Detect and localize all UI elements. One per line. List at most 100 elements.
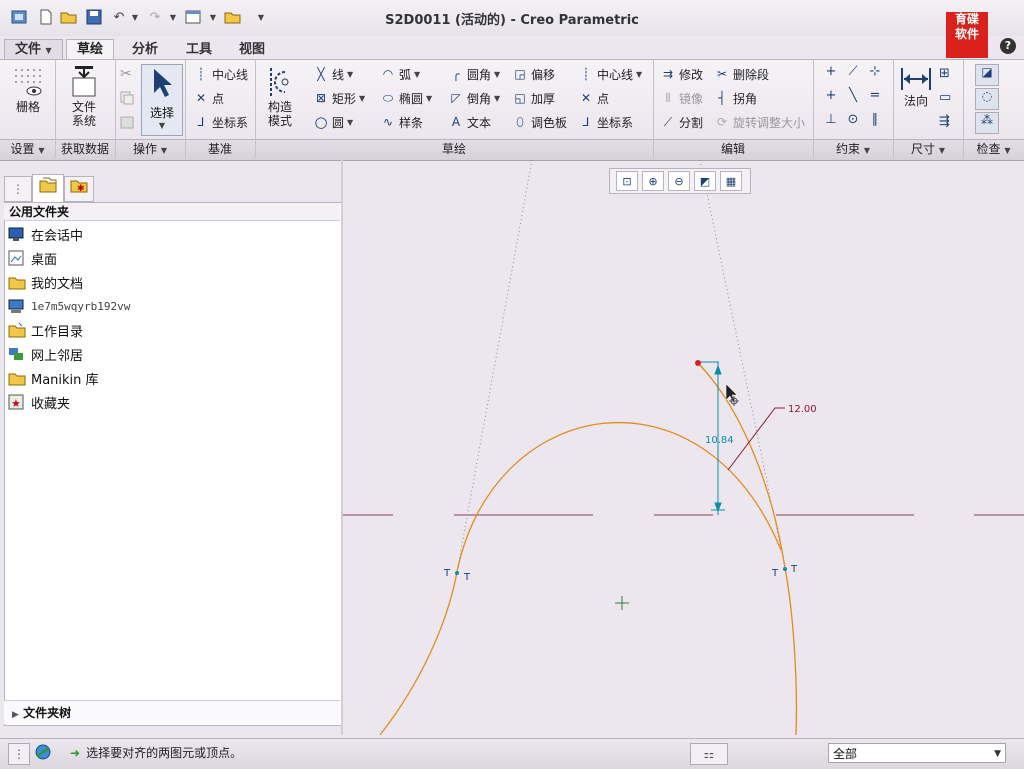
browser-toggle-icon[interactable] bbox=[32, 743, 54, 763]
folder-item[interactable]: Manikin 库 bbox=[8, 367, 99, 389]
folder-item[interactable]: 工作目录 bbox=[8, 319, 83, 341]
highlight-open-ends-icon[interactable]: ◌ bbox=[975, 88, 999, 110]
ellipse-button[interactable]: ⬭ 椭圆 ▼ bbox=[380, 88, 432, 108]
datum-point-button[interactable]: ✕ 点 bbox=[193, 88, 224, 108]
show-navigator-icon[interactable]: ⋮ bbox=[8, 743, 30, 765]
line-button[interactable]: ╳ 线 ▼ bbox=[313, 64, 353, 84]
tangent-point-right[interactable] bbox=[783, 567, 787, 571]
group-inspect[interactable]: 检查 ▼ bbox=[963, 141, 1024, 157]
perpendicular-constraint-icon[interactable]: ⟋ bbox=[842, 64, 864, 88]
help-icon[interactable]: ? bbox=[1000, 38, 1016, 54]
chamfer-dropdown-icon[interactable]: ▼ bbox=[494, 94, 500, 103]
parallel-constraint-icon[interactable]: ∥ bbox=[864, 112, 886, 136]
datum-csys-button[interactable]: ⅃ 坐标系 bbox=[193, 112, 248, 132]
text-button[interactable]: A 文本 bbox=[448, 112, 491, 132]
normal-dimension-button[interactable]: 法向 bbox=[898, 64, 934, 108]
group-dimension[interactable]: 尺寸 ▼ bbox=[893, 141, 963, 157]
divide-button[interactable]: ⟋ 分割 bbox=[660, 112, 703, 132]
rectangle-dropdown-icon[interactable]: ▼ bbox=[359, 94, 365, 103]
equal-constraint-icon[interactable]: = bbox=[864, 88, 886, 112]
reference-dimension-icon[interactable]: ⊞ bbox=[939, 66, 950, 81]
midpoint-constraint-icon[interactable]: ⊹ bbox=[864, 64, 886, 88]
arc-button[interactable]: ◠ 弧 ▼ bbox=[380, 64, 420, 84]
spline-button[interactable]: ∿ 样条 bbox=[380, 112, 423, 132]
palette-button[interactable]: ⬯ 调色板 bbox=[512, 112, 567, 132]
file-system-button[interactable]: 文件 系统 bbox=[66, 64, 102, 128]
folder-item[interactable]: 1e7m5wqyrb192vw bbox=[8, 295, 130, 317]
left-curve[interactable] bbox=[379, 571, 458, 736]
circle-dropdown-icon[interactable]: ▼ bbox=[347, 118, 353, 127]
group-setup[interactable]: 设置 ▼ bbox=[0, 141, 55, 157]
corner-button[interactable]: ┤ 拐角 bbox=[714, 88, 757, 108]
sketcher-display-filter-icon[interactable]: ▦ bbox=[720, 171, 742, 191]
sketch-centerline-dropdown-icon[interactable]: ▼ bbox=[636, 70, 642, 79]
paste-icon[interactable] bbox=[120, 115, 134, 132]
sketch-view-icon[interactable]: ◩ bbox=[694, 171, 716, 191]
tab-analysis[interactable]: 分析 bbox=[121, 39, 169, 61]
circle-button[interactable]: ○ 圆 ▼ bbox=[313, 112, 353, 132]
zoom-in-icon[interactable]: ⊕ bbox=[642, 171, 664, 191]
perpendicular-icon[interactable]: ⊥ bbox=[820, 112, 842, 136]
fillet-dropdown-icon[interactable]: ▼ bbox=[494, 70, 500, 79]
vertical-constraint-icon[interactable]: + bbox=[820, 64, 842, 88]
folder-item[interactable]: 我的文档 bbox=[8, 271, 83, 293]
folder-browser-tab-icon[interactable] bbox=[32, 174, 64, 203]
rotate-resize-button[interactable]: ⟳ 旋转调整大小 bbox=[714, 112, 805, 132]
sketch-centerline-button[interactable]: ┊ 中心线 ▼ bbox=[578, 64, 642, 84]
red-endpoint[interactable] bbox=[695, 360, 701, 366]
copy-icon[interactable] bbox=[120, 91, 134, 108]
mirror-button[interactable]: ⫴ 镜像 bbox=[660, 88, 703, 108]
tangent-line[interactable] bbox=[697, 362, 786, 569]
modify-button[interactable]: ⇉ 修改 bbox=[660, 64, 703, 84]
zoom-out-icon[interactable]: ⊖ bbox=[668, 171, 690, 191]
model-tree-tab-icon[interactable]: ⋮ bbox=[4, 176, 32, 202]
perimeter-icon[interactable]: ⇶ bbox=[939, 114, 950, 129]
chamfer-button[interactable]: ◸ 倒角 ▼ bbox=[448, 88, 500, 108]
horizontal-constraint-icon[interactable]: + bbox=[820, 88, 842, 112]
construction-mode-button[interactable]: 构造 模式 bbox=[262, 64, 298, 128]
arc-center-point[interactable] bbox=[615, 596, 629, 610]
rectangle-button[interactable]: ⊠ 矩形 ▼ bbox=[313, 88, 365, 108]
line-dropdown-icon[interactable]: ▼ bbox=[347, 70, 353, 79]
tab-file[interactable]: 文件 ▼ bbox=[4, 39, 63, 61]
sketch-canvas[interactable]: 10.84 12.00 T T T T bbox=[343, 159, 1024, 736]
refit-icon[interactable]: ⊡ bbox=[616, 171, 638, 191]
cut-icon[interactable]: ✂ bbox=[120, 66, 132, 82]
dimension-12-00[interactable]: 12.00 bbox=[788, 404, 817, 415]
folder-item[interactable]: 在会话中 bbox=[8, 223, 83, 245]
shade-closed-loops-icon[interactable]: ⁂ bbox=[975, 112, 999, 134]
sketch-graphics[interactable]: 10.84 12.00 T T T T bbox=[343, 159, 1024, 736]
folder-item[interactable]: 桌面 bbox=[8, 247, 57, 269]
smart-select-icon[interactable]: ⚏ bbox=[690, 743, 728, 765]
ellipse-dropdown-icon[interactable]: ▼ bbox=[426, 94, 432, 103]
arc-dropdown-icon[interactable]: ▼ bbox=[414, 70, 420, 79]
overlapping-geometry-icon[interactable]: ◪ bbox=[975, 64, 999, 86]
coincident-constraint-icon[interactable]: ⊙ bbox=[842, 112, 864, 136]
delete-segment-button[interactable]: ✂ 删除段 bbox=[714, 64, 769, 84]
select-button[interactable]: 选择 ▼ bbox=[141, 64, 183, 136]
tangent-constraint-icon[interactable]: ╲ bbox=[842, 88, 864, 112]
folder-tree-toggle[interactable]: ▶ 文件夹树 bbox=[4, 700, 340, 724]
baseline-icon[interactable]: ▭ bbox=[939, 90, 951, 105]
favorites-tab-icon[interactable]: ✱ bbox=[64, 176, 94, 202]
status-message: ➜ 选择要对齐的两图元或顶点。 bbox=[70, 744, 242, 761]
offset-button[interactable]: ◲ 偏移 bbox=[512, 64, 555, 84]
group-operations[interactable]: 操作 ▼ bbox=[115, 141, 185, 157]
dimension-10-84[interactable]: 10.84 bbox=[705, 435, 734, 446]
tab-tools[interactable]: 工具 bbox=[175, 39, 223, 61]
datum-centerline-button[interactable]: ┊ 中心线 bbox=[193, 64, 248, 84]
grid-button[interactable]: 栅格 bbox=[10, 64, 46, 114]
tab-sketch[interactable]: 草绘 bbox=[66, 39, 115, 60]
tab-view[interactable]: 视图 bbox=[228, 39, 276, 61]
tangent-point-left[interactable] bbox=[455, 571, 459, 575]
selection-filter[interactable]: 全部 ▼ bbox=[828, 743, 1006, 763]
group-constrain[interactable]: 约束 ▼ bbox=[813, 141, 893, 157]
sketch-point-button[interactable]: ✕ 点 bbox=[578, 88, 609, 108]
folder-item[interactable]: 网上邻居 bbox=[8, 343, 83, 365]
right-curve[interactable] bbox=[784, 567, 798, 736]
thicken-button[interactable]: ◱ 加厚 bbox=[512, 88, 555, 108]
sketch-csys-button[interactable]: ⅃ 坐标系 bbox=[578, 112, 633, 132]
select-dropdown-icon[interactable]: ▼ bbox=[142, 121, 182, 130]
folder-item[interactable]: ★ 收藏夹 bbox=[8, 391, 70, 413]
fillet-button[interactable]: ╭ 圆角 ▼ bbox=[448, 64, 500, 84]
